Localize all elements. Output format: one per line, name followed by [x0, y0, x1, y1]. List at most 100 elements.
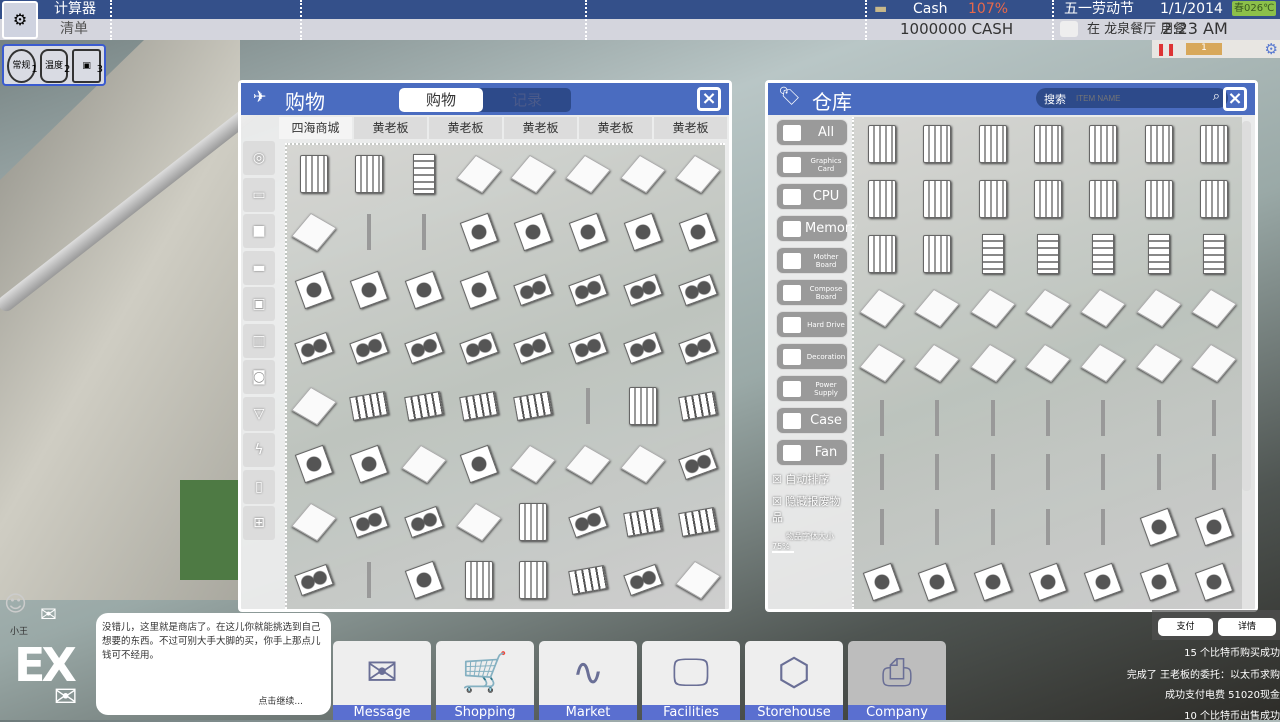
item-slot[interactable]	[506, 377, 561, 435]
item-slot[interactable]	[287, 493, 342, 551]
item-slot[interactable]	[1076, 445, 1131, 500]
item-slot[interactable]	[397, 493, 452, 551]
npc-avatar[interactable]: ☺	[4, 592, 27, 617]
category-decoration[interactable]: Decoration	[776, 343, 848, 370]
item-slot[interactable]	[965, 390, 1020, 445]
item-slot[interactable]	[909, 281, 964, 336]
item-slot[interactable]	[616, 319, 671, 377]
item-slot[interactable]	[342, 377, 397, 435]
item-slot[interactable]	[1020, 117, 1075, 172]
category-button[interactable]: ϟ	[243, 433, 275, 467]
category-button[interactable]: ▣	[243, 287, 275, 321]
dock-company[interactable]: ⎙ Company	[848, 641, 946, 720]
item-slot[interactable]	[965, 281, 1020, 336]
item-slot[interactable]	[1076, 117, 1131, 172]
item-slot[interactable]	[561, 551, 616, 609]
category-compose-board[interactable]: Compose Board	[776, 279, 848, 306]
item-slot[interactable]	[1076, 336, 1131, 391]
store-tab[interactable]: 黄老板	[579, 117, 652, 139]
item-slot[interactable]	[1076, 390, 1131, 445]
item-slot[interactable]	[342, 319, 397, 377]
item-slot[interactable]	[965, 500, 1020, 555]
dock-facilities[interactable]: 🖵 Facilities	[642, 641, 740, 720]
category-memory[interactable]: Memory	[776, 215, 858, 242]
item-slot[interactable]	[1020, 336, 1075, 391]
item-slot[interactable]	[616, 261, 671, 319]
item-slot[interactable]	[506, 203, 561, 261]
item-slot[interactable]	[1131, 226, 1186, 281]
item-slot[interactable]	[561, 377, 616, 435]
item-slot[interactable]	[397, 435, 452, 493]
item-slot[interactable]	[854, 554, 909, 609]
close-button[interactable]: ×	[697, 87, 721, 111]
item-slot[interactable]	[287, 377, 342, 435]
item-slot[interactable]	[1131, 336, 1186, 391]
item-slot[interactable]	[451, 203, 506, 261]
item-slot[interactable]	[1187, 445, 1242, 500]
search-icon[interactable]: ⌕	[1213, 89, 1220, 104]
dock-market[interactable]: ∿ Market	[539, 641, 637, 720]
item-slot[interactable]	[561, 319, 616, 377]
status-checkbox[interactable]	[1060, 21, 1078, 37]
item-slot[interactable]	[1187, 500, 1242, 555]
item-slot[interactable]	[909, 390, 964, 445]
item-slot[interactable]	[616, 203, 671, 261]
item-slot[interactable]	[397, 551, 452, 609]
item-slot[interactable]	[854, 390, 909, 445]
item-slot[interactable]	[287, 261, 342, 319]
store-tab[interactable]: 黄老板	[429, 117, 502, 139]
item-slot[interactable]	[909, 554, 964, 609]
auto-sort-checkbox[interactable]: ☒ 自动排序	[772, 471, 848, 487]
item-slot[interactable]	[397, 377, 452, 435]
item-slot[interactable]	[670, 261, 725, 319]
tab-records[interactable]: 记录	[485, 88, 569, 112]
item-slot[interactable]	[287, 435, 342, 493]
close-button[interactable]: ×	[1223, 87, 1247, 111]
item-slot[interactable]	[670, 319, 725, 377]
item-slot[interactable]	[1187, 390, 1242, 445]
search-input[interactable]	[1076, 90, 1196, 106]
category-button[interactable]: ⊞	[243, 506, 275, 540]
item-slot[interactable]	[287, 551, 342, 609]
game-speed-bar[interactable]: ❚❚ 1 ⚙	[1152, 40, 1280, 58]
item-slot[interactable]	[616, 493, 671, 551]
item-slot[interactable]	[909, 172, 964, 227]
item-slot[interactable]	[1076, 226, 1131, 281]
item-slot[interactable]	[670, 551, 725, 609]
item-slot[interactable]	[1076, 281, 1131, 336]
item-slot[interactable]	[854, 500, 909, 555]
item-slot[interactable]	[451, 261, 506, 319]
item-slot[interactable]	[1131, 500, 1186, 555]
tab-calculator[interactable]: 计算器	[54, 0, 96, 19]
item-slot[interactable]	[1187, 117, 1242, 172]
item-slot[interactable]	[1076, 172, 1131, 227]
item-slot[interactable]	[670, 493, 725, 551]
item-slot[interactable]	[854, 117, 909, 172]
store-tab[interactable]: 四海商城	[279, 117, 352, 139]
item-slot[interactable]	[854, 226, 909, 281]
item-slot[interactable]	[965, 336, 1020, 391]
item-slot[interactable]	[561, 203, 616, 261]
gear-icon[interactable]: ⚙	[1265, 40, 1278, 58]
item-slot[interactable]	[342, 493, 397, 551]
item-slot[interactable]	[1076, 554, 1131, 609]
item-slot[interactable]	[670, 203, 725, 261]
mode-temperature[interactable]: 温度 2	[39, 49, 70, 83]
item-slot[interactable]	[1131, 390, 1186, 445]
store-tab[interactable]: 黄老板	[354, 117, 427, 139]
item-slot[interactable]	[909, 445, 964, 500]
item-slot[interactable]	[506, 261, 561, 319]
item-slot[interactable]	[1076, 500, 1131, 555]
item-slot[interactable]	[1187, 226, 1242, 281]
item-slot[interactable]	[909, 226, 964, 281]
item-slot[interactable]	[287, 203, 342, 261]
item-slot[interactable]	[561, 145, 616, 203]
dock-message[interactable]: ✉ Message	[333, 641, 431, 720]
item-slot[interactable]	[506, 145, 561, 203]
item-slot[interactable]	[506, 551, 561, 609]
item-slot[interactable]	[1020, 554, 1075, 609]
category-case[interactable]: Case	[776, 407, 848, 434]
item-slot[interactable]	[1020, 172, 1075, 227]
category-button[interactable]: ▬	[243, 250, 275, 285]
speed-value[interactable]: 1	[1186, 43, 1222, 55]
